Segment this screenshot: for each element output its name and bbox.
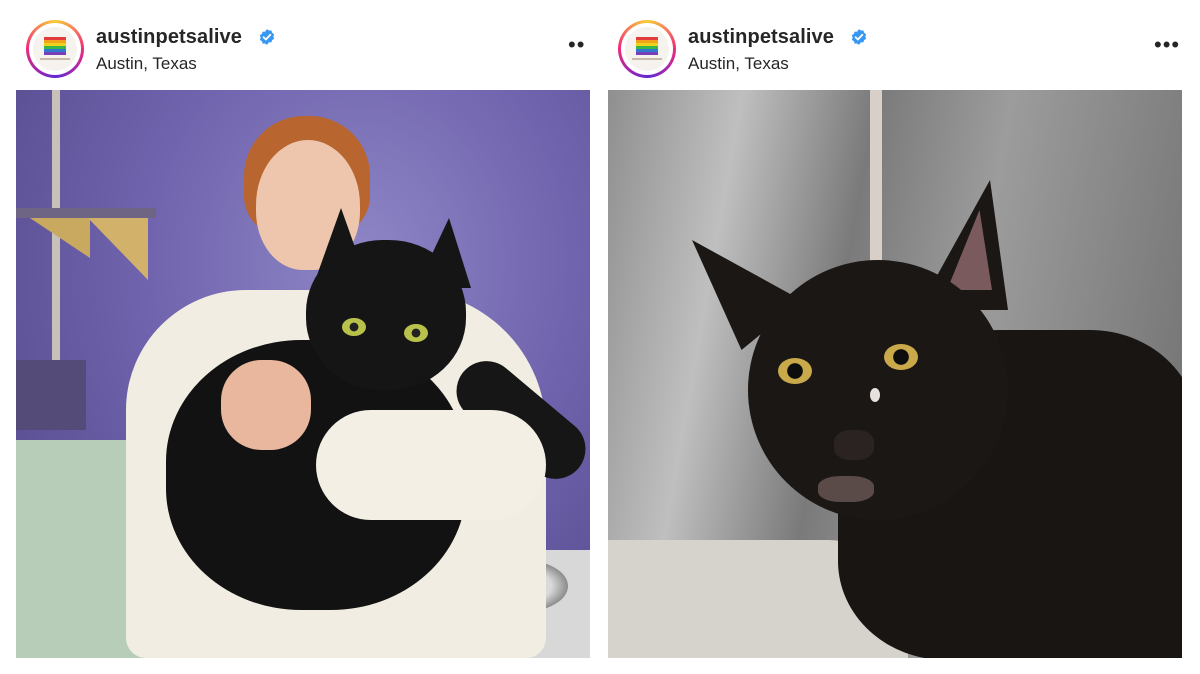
location-link[interactable]: Austin, Texas: [688, 54, 789, 74]
post-card-2: austinpetsalive Austin, Texas •••: [606, 0, 1186, 674]
location-link[interactable]: Austin, Texas: [96, 54, 197, 74]
more-options-icon[interactable]: ••: [568, 34, 585, 56]
post-header: austinpetsalive Austin, Texas •••: [606, 14, 1186, 84]
verified-badge-icon: [259, 29, 275, 45]
avatar[interactable]: [618, 20, 676, 78]
avatar[interactable]: [26, 20, 84, 78]
more-options-icon[interactable]: •••: [1154, 34, 1180, 56]
post-photo[interactable]: [16, 90, 590, 658]
brand-logo-icon: [33, 27, 77, 71]
username-link[interactable]: austinpetsalive: [688, 26, 834, 49]
post-photo[interactable]: [608, 90, 1182, 658]
verified-badge-icon: [851, 29, 867, 45]
brand-logo-icon: [625, 27, 669, 71]
username-link[interactable]: austinpetsalive: [96, 26, 242, 49]
post-card-1: austinpetsalive Austin, Texas ••: [14, 0, 594, 674]
post-header: austinpetsalive Austin, Texas ••: [14, 14, 594, 84]
